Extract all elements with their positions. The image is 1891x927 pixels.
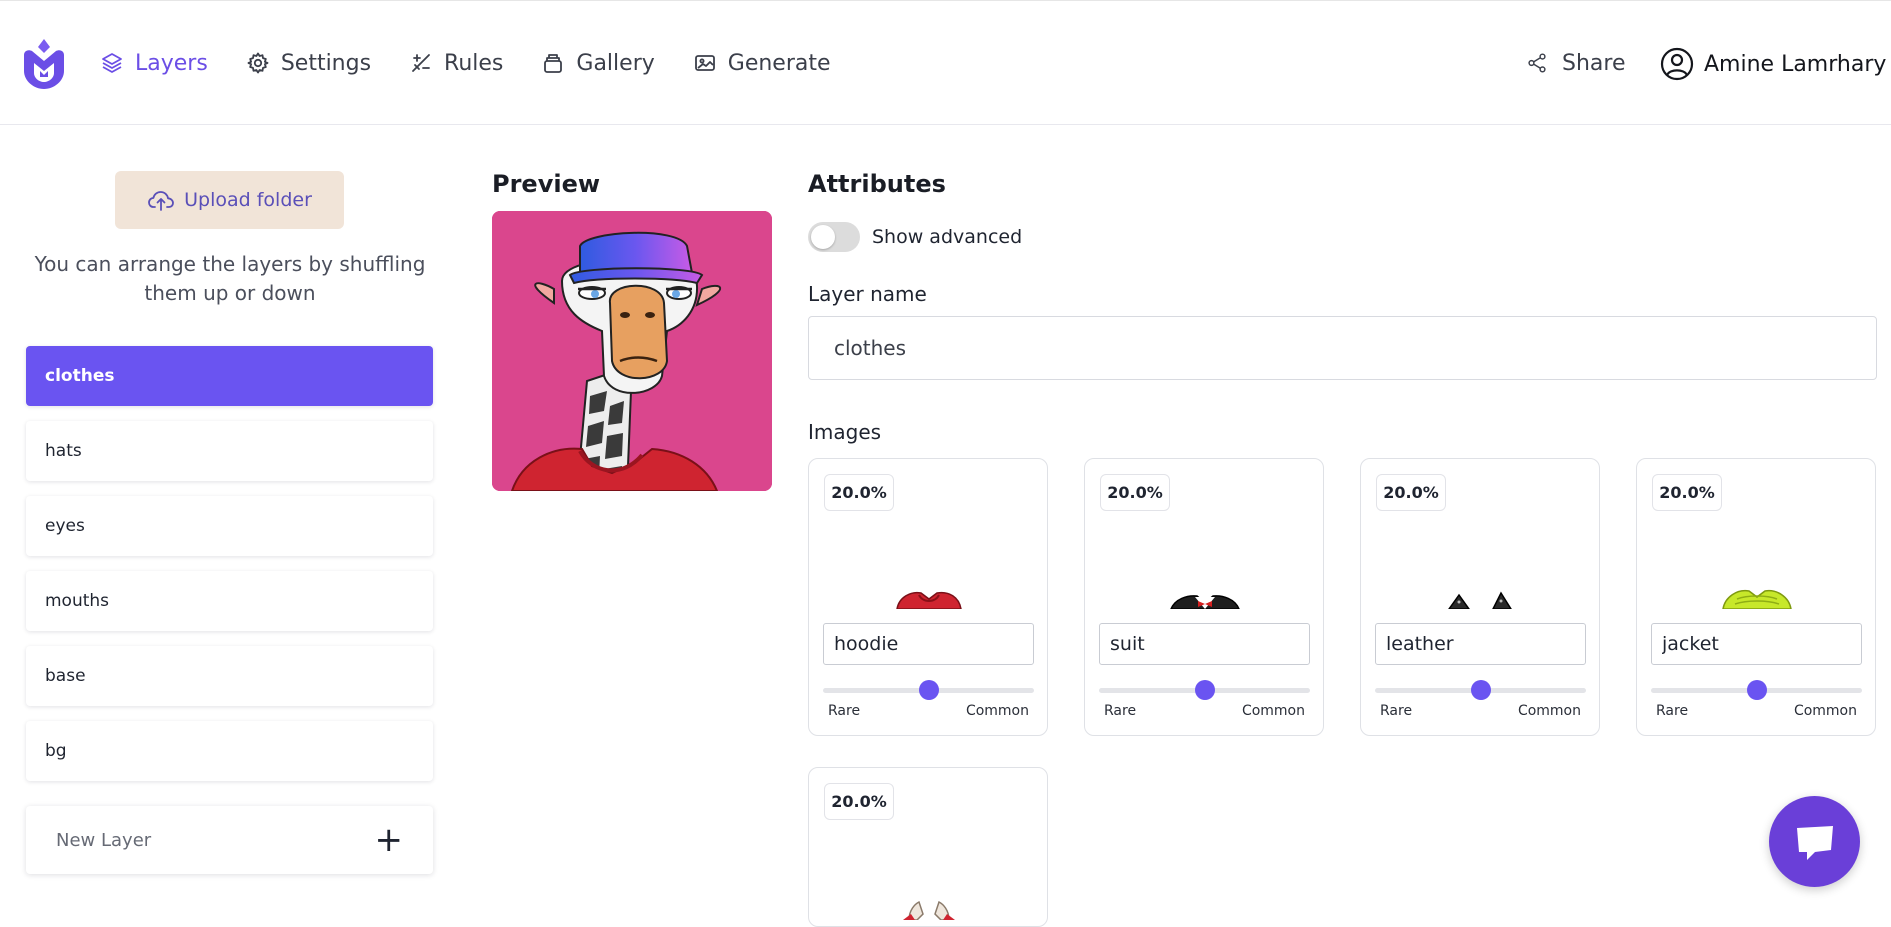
- layer-item-eyes[interactable]: eyes: [26, 496, 433, 556]
- rarity-slider-handle[interactable]: [1470, 680, 1491, 700]
- layer-item-base[interactable]: base: [26, 646, 433, 706]
- nav-rules[interactable]: Rules: [409, 45, 503, 81]
- nav-generate[interactable]: Generate: [693, 45, 831, 81]
- add-layer-plus-icon[interactable]: +: [375, 823, 404, 857]
- layer-item-mouths[interactable]: mouths: [26, 571, 433, 631]
- new-layer-row: +: [26, 806, 433, 874]
- rarity-slider[interactable]: [1651, 680, 1862, 700]
- rare-label: Rare: [1656, 703, 1689, 719]
- main-nav: Layers Settings Rules Gallery Generate: [100, 45, 869, 81]
- common-label: Common: [965, 703, 1029, 719]
- user-name: Amine Lamrhary: [1704, 51, 1887, 77]
- share-label: Share: [1562, 50, 1626, 76]
- rarity-slider-handle[interactable]: [918, 680, 939, 700]
- nav-layers[interactable]: Layers: [100, 45, 208, 81]
- rarity-slider-handle[interactable]: [1746, 680, 1767, 700]
- toggle-knob: [811, 225, 835, 249]
- common-label: Common: [1241, 703, 1305, 719]
- nav-layers-label: Layers: [135, 50, 208, 76]
- layers-hint-text: You can arrange the layers by shuffling …: [34, 252, 426, 305]
- preview-image: [492, 211, 772, 491]
- layer-item-label: eyes: [45, 516, 85, 536]
- layer-item-clothes[interactable]: clothes: [26, 346, 433, 406]
- image-name-input[interactable]: [823, 623, 1034, 665]
- hoodie-thumbnail: [896, 591, 962, 609]
- image-name-input[interactable]: [1099, 623, 1310, 665]
- nav-settings-label: Settings: [280, 50, 372, 76]
- layer-item-label: base: [45, 666, 86, 686]
- nav-generate-label: Generate: [727, 50, 831, 76]
- rarity-percent-badge: 20.0%: [1376, 474, 1446, 511]
- gallery-icon: [544, 54, 563, 73]
- layer-item-label: mouths: [45, 591, 110, 611]
- rarity-percent-badge: 20.0%: [1100, 474, 1170, 511]
- chat-support-button[interactable]: [1769, 796, 1860, 887]
- rarity-slider[interactable]: [1375, 680, 1586, 700]
- rarity-percent-badge: 20.0%: [824, 474, 894, 511]
- share-icon: [1528, 53, 1546, 73]
- preview-title: Preview: [492, 170, 601, 198]
- rare-label: Rare: [1380, 703, 1413, 719]
- rare-label: Rare: [1104, 703, 1137, 719]
- attributes-title: Attributes: [808, 170, 946, 198]
- upload-folder-button[interactable]: Upload folder: [115, 171, 344, 229]
- image-card-5: 20.0%: [808, 767, 1048, 927]
- image-name-input[interactable]: [1375, 623, 1586, 665]
- show-advanced-toggle[interactable]: [808, 222, 860, 252]
- show-advanced-label: Show advanced: [872, 226, 1023, 248]
- chat-icon: [1796, 825, 1833, 860]
- nav-settings[interactable]: Settings: [246, 45, 371, 81]
- image-card-hoodie: 20.0% Rare Common: [808, 458, 1048, 736]
- common-label: Common: [1793, 703, 1857, 719]
- layer-item-label: bg: [45, 741, 67, 761]
- cloud-upload-icon: [148, 191, 175, 211]
- jacket-thumbnail: [1722, 589, 1792, 609]
- rarity-percent-badge: 20.0%: [824, 783, 894, 820]
- rarity-percent-badge: 20.0%: [1652, 474, 1722, 511]
- layer-item-label: clothes: [45, 366, 115, 386]
- suit-thumbnail: [1170, 595, 1240, 609]
- layers-icon: [102, 53, 122, 73]
- image-name-input[interactable]: [1651, 623, 1862, 665]
- rare-label: Rare: [828, 703, 861, 719]
- rarity-slider-handle[interactable]: [1194, 680, 1215, 700]
- layer-name-label: Layer name: [808, 282, 927, 306]
- nav-rules-label: Rules: [444, 50, 504, 76]
- rarity-slider[interactable]: [1099, 680, 1310, 700]
- images-label: Images: [808, 420, 882, 444]
- rules-icon: [412, 54, 430, 72]
- layer-name-input[interactable]: [808, 316, 1877, 380]
- image-card-jacket: 20.0% Rare Common: [1636, 458, 1876, 736]
- app-logo[interactable]: [20, 37, 68, 91]
- share-button[interactable]: Share: [1526, 45, 1626, 81]
- image-icon: [694, 55, 715, 71]
- common-label: Common: [1517, 703, 1581, 719]
- new-layer-input[interactable]: [56, 829, 336, 851]
- top-navigation-bar: Layers Settings Rules Gallery Generate S…: [0, 0, 1891, 125]
- layer-item-label: hats: [45, 441, 82, 461]
- image-card-suit: 20.0% Rare Common: [1084, 458, 1324, 736]
- layers-sidebar: Upload folder You can arrange the layers…: [0, 126, 460, 912]
- gear-icon: [247, 52, 269, 74]
- clothing-thumbnail: [903, 900, 955, 920]
- image-card-leather: 20.0% Rare Common: [1360, 458, 1600, 736]
- rarity-slider[interactable]: [823, 680, 1034, 700]
- user-avatar-icon: [1660, 47, 1694, 81]
- upload-folder-label: Upload folder: [184, 189, 312, 211]
- leather-thumbnail: [1448, 591, 1512, 609]
- nav-gallery[interactable]: Gallery: [541, 45, 655, 81]
- nav-gallery-label: Gallery: [576, 50, 655, 76]
- layer-item-hats[interactable]: hats: [26, 421, 433, 481]
- layer-item-bg[interactable]: bg: [26, 721, 433, 781]
- user-menu[interactable]: Amine Lamrhary: [1660, 45, 1886, 83]
